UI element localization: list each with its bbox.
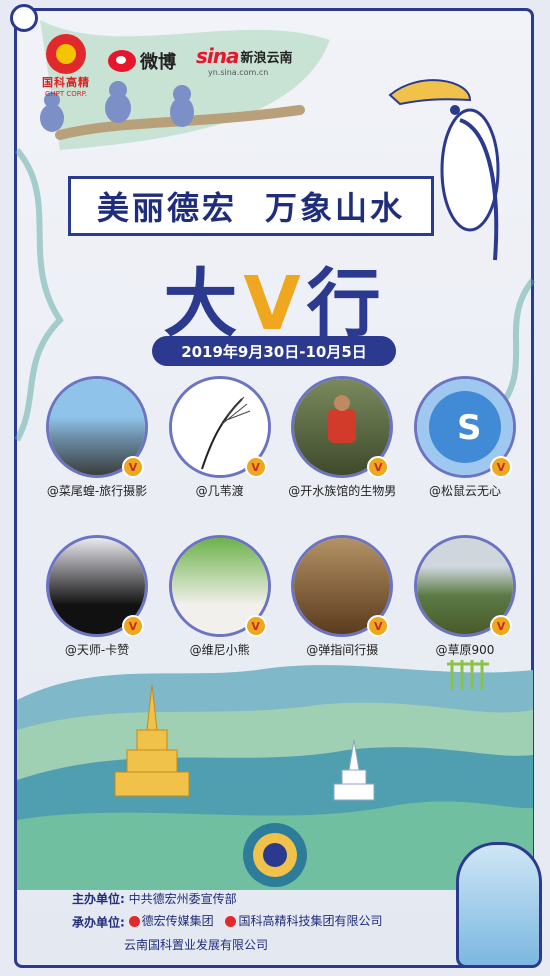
influencer-card[interactable]: V @开水族馆的生物男 bbox=[283, 376, 401, 499]
ghpt-mini-icon bbox=[225, 915, 237, 927]
host-label: 主办单位: bbox=[72, 892, 125, 906]
landscape-illustration bbox=[17, 660, 533, 890]
title-right: 万象山水 bbox=[265, 189, 406, 227]
ghpt-name: 国科高精 bbox=[42, 76, 90, 89]
verified-badge-icon: V bbox=[489, 615, 512, 637]
peacock-icon bbox=[243, 823, 307, 887]
poster: 国科高精 GHPT CORP. 微博 sina 新浪云南 yn.sina.com… bbox=[0, 0, 550, 976]
big-title: 大V行 bbox=[0, 244, 550, 351]
organizer-line: 承办单位: 德宏传媒集团 国科高精科技集团有限公司 bbox=[72, 910, 472, 934]
sina-logo: sina 新浪云南 yn.sina.com.cn bbox=[196, 44, 293, 77]
verified-badge-icon: V bbox=[244, 615, 267, 637]
influencer-card[interactable]: S V @松鼠云无心 bbox=[406, 376, 524, 499]
organizer-label: 承办单位: bbox=[72, 915, 125, 930]
sina-url: yn.sina.com.cn bbox=[208, 68, 269, 77]
influencer-name: @开水族馆的生物男 bbox=[288, 484, 397, 498]
big-title-xing: 行 bbox=[306, 261, 387, 347]
influencer-card[interactable]: V @菜尾蝗-旅行摄影 bbox=[38, 376, 156, 499]
svg-text:S: S bbox=[457, 408, 482, 448]
host-line: 主办单位: 中共德宏州委宣传部 bbox=[72, 888, 472, 910]
organizer-1: 德宏传媒集团 bbox=[141, 914, 214, 928]
ghpt-mark-icon bbox=[46, 34, 86, 74]
title-left: 美丽德宏 bbox=[96, 189, 237, 227]
sina-cn-text: 新浪云南 bbox=[240, 50, 293, 66]
big-title-v: V bbox=[243, 261, 307, 347]
host-name: 中共德宏州委宣传部 bbox=[128, 892, 237, 906]
verified-badge-icon: V bbox=[122, 615, 144, 637]
influencer-name: @菜尾蝗-旅行摄影 bbox=[46, 484, 148, 498]
organizer-line-2: 云南国科置业发展有限公司 bbox=[72, 934, 472, 956]
big-title-da: 大 bbox=[163, 261, 244, 347]
ghpt-logo: 国科高精 GHPT CORP. bbox=[42, 34, 90, 98]
influencer-row: V @菜尾蝗-旅行摄影 V @几苇渡 V @开水族馆的生物男 S V @松鼠云无… bbox=[38, 376, 524, 499]
date-pill: 2019年9月30日-10月5日 bbox=[152, 336, 396, 366]
title-banner: 美丽德宏 万象山水 bbox=[68, 176, 434, 236]
influencer-name: @几苇渡 bbox=[195, 484, 244, 498]
sina-text: sina bbox=[196, 44, 239, 68]
influencer-name: @松鼠云无心 bbox=[428, 484, 501, 498]
verified-badge-icon: V bbox=[244, 456, 267, 478]
footer: 主办单位: 中共德宏州委宣传部 承办单位: 德宏传媒集团 国科高精科技集团有限公… bbox=[72, 888, 472, 956]
weibo-text: 微博 bbox=[140, 52, 176, 73]
influencer-card[interactable]: V @几苇渡 bbox=[161, 376, 279, 499]
weibo-logo: 微博 bbox=[108, 48, 176, 74]
organizer-3: 云南国科置业发展有限公司 bbox=[124, 937, 269, 952]
verified-badge-icon: V bbox=[122, 456, 144, 478]
influencer-grid: V @菜尾蝗-旅行摄影 V @几苇渡 V @开水族馆的生物男 S V @松鼠云无… bbox=[38, 376, 524, 658]
organizer-2: 国科高精科技集团有限公司 bbox=[238, 914, 383, 928]
ghpt-en: GHPT CORP. bbox=[44, 90, 88, 98]
dehong-media-icon bbox=[128, 915, 140, 927]
verified-badge-icon: V bbox=[489, 456, 512, 478]
weibo-icon bbox=[108, 50, 136, 72]
